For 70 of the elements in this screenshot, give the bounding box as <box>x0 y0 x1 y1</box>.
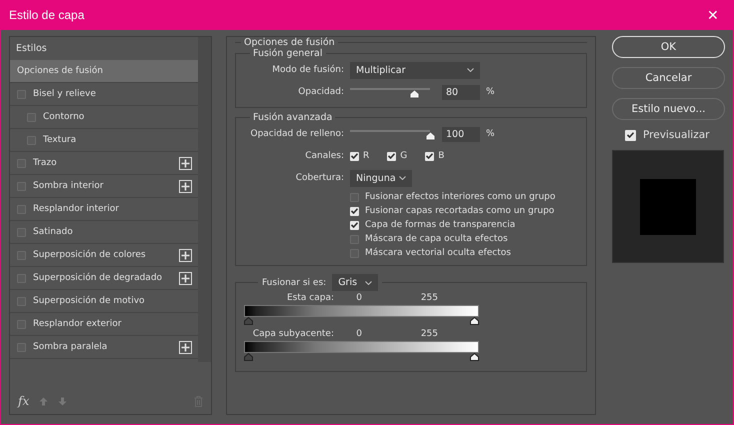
option-label: Máscara vectorial oculta efectos <box>365 248 511 258</box>
range-value: 0 <box>355 293 362 303</box>
add-button[interactable] <box>179 272 192 284</box>
option-checkbox[interactable] <box>350 206 359 216</box>
group-title: Fusión avanzada <box>252 112 334 123</box>
channel-label: B <box>438 151 444 161</box>
caret-icon <box>399 176 406 180</box>
channel-label: R <box>363 151 370 161</box>
style-item[interactable]: Textura <box>10 129 198 152</box>
window-title: Estilo de capa <box>9 8 84 22</box>
field-label: Modo de fusión: <box>271 65 344 75</box>
range-label: Capa subyacente: <box>252 329 334 339</box>
unit-label: % <box>486 87 495 97</box>
unit-label: % <box>486 129 495 139</box>
blend-if-dropdown[interactable]: Gris <box>332 274 378 291</box>
style-item[interactable]: Bisel y relieve <box>10 83 198 106</box>
style-item[interactable]: Satinado <box>10 221 198 244</box>
style-item[interactable]: Sombra interior <box>10 175 198 198</box>
fx-button[interactable]: fx <box>18 394 30 408</box>
style-item[interactable]: Contorno <box>10 106 198 129</box>
style-item[interactable]: Trazo <box>10 152 198 175</box>
fill-opacity-input[interactable]: 100 <box>442 126 480 142</box>
channel-label: G <box>400 151 408 161</box>
add-button[interactable] <box>179 248 192 262</box>
scrollbar[interactable] <box>198 37 211 362</box>
style-item[interactable]: Opciones de fusión <box>10 60 198 83</box>
range-label: Esta capa: <box>286 293 334 303</box>
field-label: Fusionar si es: <box>262 278 326 288</box>
caret-icon <box>365 280 372 284</box>
add-button[interactable] <box>179 180 192 192</box>
opacity-input[interactable]: 80 <box>442 84 480 100</box>
style-item[interactable]: Resplandor exterior <box>10 313 198 336</box>
preview-square <box>640 178 696 234</box>
field-label: Opacidad: <box>297 87 344 97</box>
field-label: Opacidad de relleno: <box>250 129 344 139</box>
style-item[interactable]: Superposición de colores <box>10 244 198 267</box>
blend-mode-dropdown[interactable]: Multiplicar <box>350 62 480 78</box>
style-item[interactable]: Superposición de degradado <box>10 267 198 290</box>
group-title: Fusión general <box>252 48 324 59</box>
channel-checkbox[interactable] <box>387 152 396 160</box>
style-item[interactable]: Superposición de motivo <box>10 290 198 313</box>
section-title: Opciones de fusión <box>243 37 336 48</box>
dialog-button[interactable]: Cancelar <box>612 67 725 89</box>
range-value: 255 <box>420 329 438 339</box>
preview-checkbox[interactable] <box>625 130 636 140</box>
field-label: Canales: <box>304 151 344 161</box>
range-value: 0 <box>355 329 362 339</box>
option-label: Capa de formas de transparencia <box>365 220 516 230</box>
style-item[interactable]: Resplandor interior <box>10 198 198 221</box>
move-up-icon[interactable] <box>39 396 48 406</box>
style-item[interactable]: Sombra paralela <box>10 336 198 359</box>
option-label: Fusionar efectos interiores como un grupo <box>365 192 556 202</box>
option-checkbox[interactable] <box>350 220 359 230</box>
channel-checkbox[interactable] <box>425 152 434 160</box>
add-button[interactable] <box>179 340 192 354</box>
caret-icon <box>467 68 474 72</box>
slider-thumb[interactable] <box>426 132 435 140</box>
dialog-button[interactable]: Estilo nuevo... <box>612 98 725 120</box>
styles-header: Estilos <box>15 42 48 56</box>
range-value: 255 <box>420 293 438 303</box>
close-button[interactable]: ✕ <box>701 7 725 23</box>
add-button[interactable] <box>179 156 192 170</box>
option-label: Máscara de capa oculta efectos <box>365 234 508 244</box>
knockout-dropdown[interactable]: Ninguna <box>350 170 412 186</box>
option-label: Fusionar capas recortadas como un grupo <box>365 206 554 216</box>
channel-checkbox[interactable] <box>350 152 359 160</box>
move-down-icon[interactable] <box>58 396 68 406</box>
field-label: Cobertura: <box>294 173 344 183</box>
preview-label: Previsualizar <box>643 129 710 141</box>
dialog-button[interactable]: OK <box>612 36 725 58</box>
